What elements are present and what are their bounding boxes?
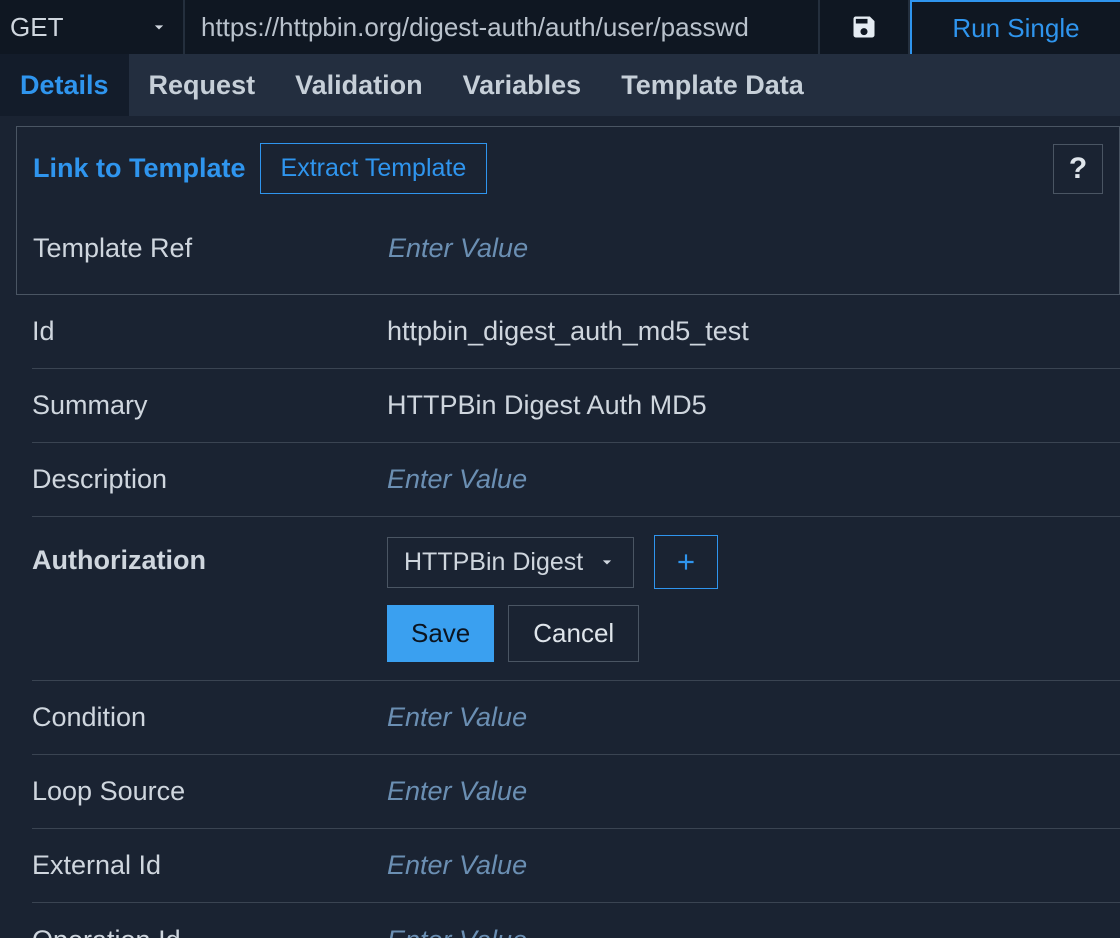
tab-label: Validation xyxy=(295,70,423,101)
operation-id-label: Operation Id xyxy=(32,925,387,938)
run-single-label: Run Single xyxy=(952,13,1079,44)
template-ref-row: Template Ref Enter Value xyxy=(33,212,1103,286)
summary-label: Summary xyxy=(32,390,387,421)
description-label: Description xyxy=(32,464,387,495)
authorization-save-button[interactable]: Save xyxy=(387,605,494,662)
external-id-label: External Id xyxy=(32,850,387,881)
external-id-row: External Id Enter Value xyxy=(32,829,1120,903)
tab-label: Details xyxy=(20,70,109,101)
save-request-button[interactable] xyxy=(820,0,910,54)
summary-value[interactable]: HTTPBin Digest Auth MD5 xyxy=(387,390,1120,421)
authorization-row: Authorization HTTPBin Digest Save xyxy=(32,517,1120,681)
template-box-header: Link to Template Extract Template ? xyxy=(33,143,1103,194)
authorization-cancel-button[interactable]: Cancel xyxy=(508,605,639,662)
template-box: Link to Template Extract Template ? Temp… xyxy=(16,126,1120,295)
condition-input[interactable]: Enter Value xyxy=(387,702,1120,733)
save-icon xyxy=(850,13,878,41)
extract-template-button[interactable]: Extract Template xyxy=(260,143,488,194)
run-single-button[interactable]: Run Single xyxy=(910,0,1120,54)
authorization-controls: HTTPBin Digest Save Cancel xyxy=(387,535,718,662)
http-method-value: GET xyxy=(10,12,63,43)
template-ref-label: Template Ref xyxy=(33,233,388,264)
link-to-template-label: Link to Template xyxy=(33,153,246,184)
tab-variables[interactable]: Variables xyxy=(443,54,602,116)
cancel-label: Cancel xyxy=(533,618,614,648)
chevron-down-icon xyxy=(149,17,169,37)
help-icon: ? xyxy=(1069,152,1087,186)
details-fields: Id httpbin_digest_auth_md5_test Summary … xyxy=(16,295,1120,938)
external-id-input[interactable]: Enter Value xyxy=(387,850,1120,881)
loop-source-row: Loop Source Enter Value xyxy=(32,755,1120,829)
save-label: Save xyxy=(411,618,470,648)
plus-icon xyxy=(673,549,699,575)
condition-row: Condition Enter Value xyxy=(32,681,1120,755)
description-input[interactable]: Enter Value xyxy=(387,464,1120,495)
operation-id-input[interactable]: Enter Value xyxy=(387,925,1120,938)
extract-template-label: Extract Template xyxy=(281,154,467,182)
loop-source-label: Loop Source xyxy=(32,776,387,807)
http-method-select[interactable]: GET xyxy=(0,0,185,54)
url-input[interactable]: https://httpbin.org/digest-auth/auth/use… xyxy=(185,0,820,54)
url-value: https://httpbin.org/digest-auth/auth/use… xyxy=(201,12,749,43)
tab-label: Variables xyxy=(463,70,582,101)
tabs-bar: Details Request Validation Variables Tem… xyxy=(0,54,1120,116)
authorization-label: Authorization xyxy=(32,535,387,576)
chevron-down-icon xyxy=(597,552,617,572)
tab-details[interactable]: Details xyxy=(0,54,129,116)
tab-validation[interactable]: Validation xyxy=(275,54,443,116)
tab-label: Template Data xyxy=(621,70,804,101)
description-row: Description Enter Value xyxy=(32,443,1120,517)
help-button[interactable]: ? xyxy=(1053,144,1103,194)
id-value[interactable]: httpbin_digest_auth_md5_test xyxy=(387,316,1120,347)
condition-label: Condition xyxy=(32,702,387,733)
id-label: Id xyxy=(32,316,387,347)
id-row: Id httpbin_digest_auth_md5_test xyxy=(32,295,1120,369)
authorization-selected-value: HTTPBin Digest xyxy=(404,548,583,577)
add-authorization-button[interactable] xyxy=(654,535,718,589)
authorization-select[interactable]: HTTPBin Digest xyxy=(387,537,634,588)
details-panel: Link to Template Extract Template ? Temp… xyxy=(0,116,1120,938)
request-topbar: GET https://httpbin.org/digest-auth/auth… xyxy=(0,0,1120,54)
tab-label: Request xyxy=(149,70,256,101)
tab-request[interactable]: Request xyxy=(129,54,276,116)
template-ref-input[interactable]: Enter Value xyxy=(388,233,1103,264)
operation-id-row: Operation Id Enter Value xyxy=(32,903,1120,938)
summary-row: Summary HTTPBin Digest Auth MD5 xyxy=(32,369,1120,443)
loop-source-input[interactable]: Enter Value xyxy=(387,776,1120,807)
tab-template-data[interactable]: Template Data xyxy=(601,54,824,116)
